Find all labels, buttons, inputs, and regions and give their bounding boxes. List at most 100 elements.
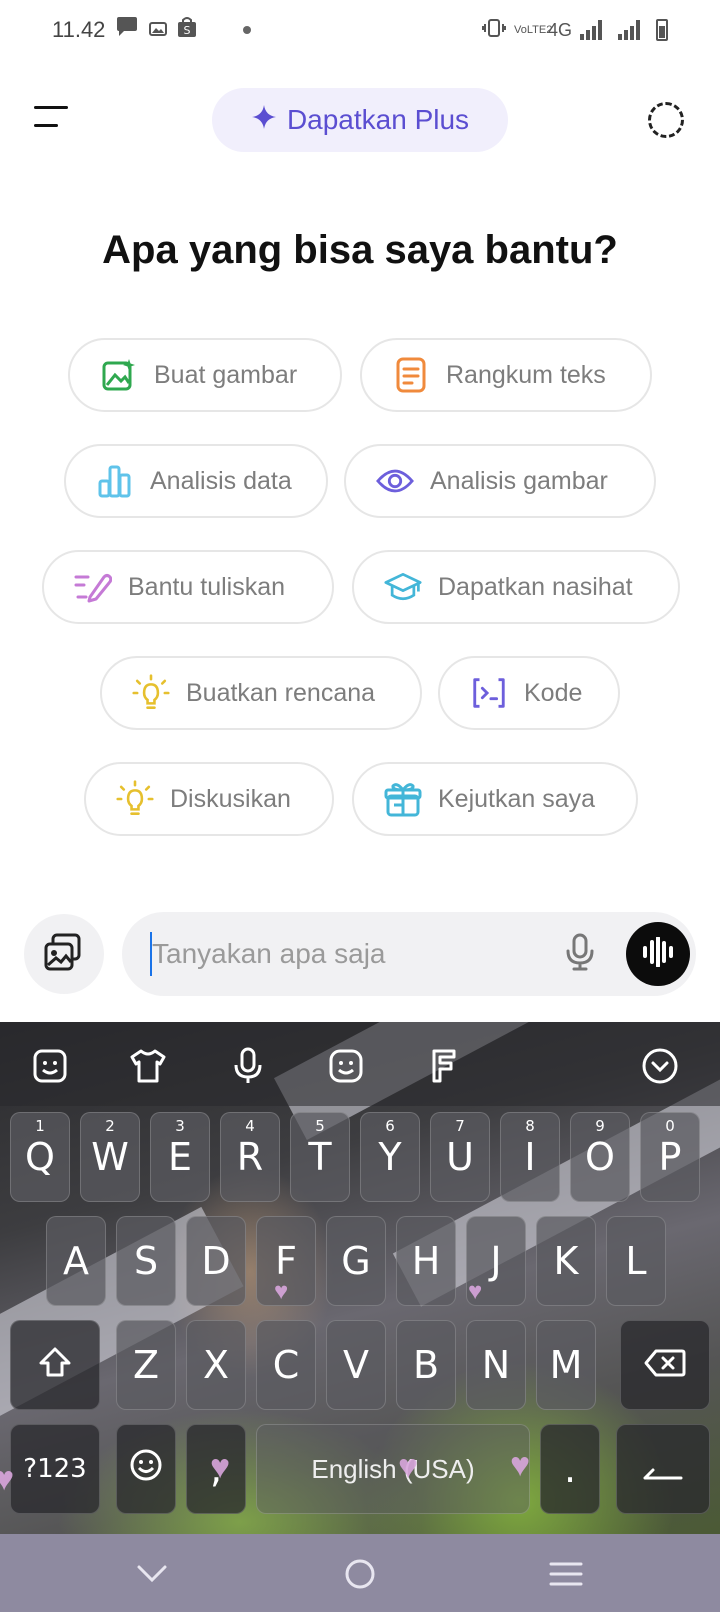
key-v[interactable]: V: [326, 1320, 386, 1410]
key-y[interactable]: 6Y: [360, 1112, 420, 1202]
key-n[interactable]: N: [466, 1320, 526, 1410]
collapse-keyboard-icon[interactable]: [640, 1046, 680, 1086]
key-label: B: [412, 1343, 440, 1387]
key-s[interactable]: S: [116, 1216, 176, 1306]
chip-label: Analisis gambar: [430, 466, 608, 495]
key-label: T: [308, 1135, 332, 1179]
key-i[interactable]: 8I: [500, 1112, 560, 1202]
key-q[interactable]: 1Q: [10, 1112, 70, 1202]
svg-text:S: S: [184, 24, 191, 37]
text-caret: [150, 932, 152, 976]
sticker-icon[interactable]: [30, 1046, 70, 1086]
graduation-cap-icon: [384, 568, 422, 606]
key-z[interactable]: Z: [116, 1320, 176, 1410]
chip-label: Bantu tuliskan: [128, 572, 286, 601]
message-input[interactable]: [152, 930, 532, 978]
key-d[interactable]: D: [186, 1216, 246, 1306]
key-o[interactable]: 9O: [570, 1112, 630, 1202]
eye-icon: [376, 462, 414, 500]
home-button[interactable]: [336, 1550, 384, 1598]
key-x[interactable]: X: [186, 1320, 246, 1410]
voice-mode-button[interactable]: [626, 922, 690, 986]
keyboard-microphone-icon[interactable]: [228, 1046, 268, 1086]
enter-key[interactable]: [616, 1424, 710, 1514]
chip-analisis-data[interactable]: Analisis data: [64, 444, 328, 518]
attach-image-button[interactable]: [24, 914, 104, 994]
space-key[interactable]: English (USA): [256, 1424, 530, 1514]
key-p[interactable]: 0P: [640, 1112, 700, 1202]
message-notification-icon: [115, 16, 139, 44]
key-a[interactable]: A: [46, 1216, 106, 1306]
lightbulb-icon: [132, 674, 170, 712]
shopee-notification-icon: S: [177, 16, 197, 44]
chip-buatkan-rencana[interactable]: Buatkan rencana: [100, 656, 422, 730]
key-u[interactable]: 7U: [430, 1112, 490, 1202]
key-label: W: [91, 1135, 129, 1179]
key-hint: 4: [245, 1117, 255, 1135]
enter-icon: [641, 1447, 685, 1491]
chip-analisis-gambar[interactable]: Analisis gambar: [344, 444, 656, 518]
key-hint: 9: [595, 1117, 605, 1135]
chip-buat-gambar[interactable]: Buat gambar: [68, 338, 342, 412]
recents-button[interactable]: [542, 1550, 590, 1598]
period-key[interactable]: .: [540, 1424, 600, 1514]
back-button[interactable]: [128, 1550, 176, 1598]
key-k[interactable]: K: [536, 1216, 596, 1306]
key-hint: 1: [35, 1117, 45, 1135]
get-plus-button[interactable]: Dapatkan Plus: [212, 88, 508, 152]
key-label: Q: [25, 1135, 55, 1179]
temporary-chat-icon[interactable]: [648, 102, 684, 138]
network-label: 4G: [547, 19, 572, 40]
dictate-button[interactable]: [558, 932, 602, 976]
key-c[interactable]: C: [256, 1320, 316, 1410]
emoji-face-icon[interactable]: [326, 1046, 366, 1086]
volte-label: VoLTE2: [513, 24, 553, 36]
chip-kode[interactable]: Kode: [438, 656, 620, 730]
navigation-bar: [0, 1534, 720, 1612]
heart-decoration: ♥: [210, 1448, 231, 1486]
backspace-icon: [644, 1343, 686, 1387]
key-m[interactable]: M: [536, 1320, 596, 1410]
chip-bantu-tuliskan[interactable]: Bantu tuliskan: [42, 550, 334, 624]
key-e[interactable]: 3E: [150, 1112, 210, 1202]
status-left: 11.42 S: [52, 16, 252, 44]
chip-rangkum-teks[interactable]: Rangkum teks: [360, 338, 652, 412]
key-t[interactable]: 5T: [290, 1112, 350, 1202]
symbols-key[interactable]: ?123: [10, 1424, 100, 1514]
message-composer: [122, 912, 696, 996]
status-bar: 11.42 S VoLTE2 4G: [0, 0, 720, 60]
chip-diskusikan[interactable]: Diskusikan: [84, 762, 334, 836]
key-label: G: [341, 1239, 371, 1283]
chip-label: Dapatkan nasihat: [438, 572, 633, 601]
chip-kejutkan-saya[interactable]: Kejutkan saya: [352, 762, 638, 836]
backspace-key[interactable]: [620, 1320, 710, 1410]
images-icon: [43, 932, 85, 977]
key-r[interactable]: 4R: [220, 1112, 280, 1202]
key-hint: 5: [315, 1117, 325, 1135]
emoji-key[interactable]: [116, 1424, 176, 1514]
shift-icon: [38, 1343, 72, 1387]
heart-decoration: ♥: [510, 1446, 531, 1484]
microphone-icon: [565, 933, 595, 976]
chip-label: Analisis data: [150, 466, 292, 495]
shift-key[interactable]: [10, 1320, 100, 1410]
key-h[interactable]: H: [396, 1216, 456, 1306]
chip-label: Buat gambar: [154, 360, 298, 389]
signal-2-icon: [618, 20, 640, 40]
key-l[interactable]: L: [606, 1216, 666, 1306]
theme-shirt-icon[interactable]: [128, 1046, 168, 1086]
key-hint: 6: [385, 1117, 395, 1135]
key-label: H: [411, 1239, 441, 1283]
menu-button[interactable]: [34, 106, 74, 132]
key-label: C: [272, 1343, 300, 1387]
gallery-notification-icon: [149, 17, 168, 43]
smiley-icon: [129, 1447, 163, 1491]
font-icon[interactable]: [424, 1046, 464, 1086]
key-w[interactable]: 2W: [80, 1112, 140, 1202]
bar-chart-icon: [96, 462, 134, 500]
key-b[interactable]: B: [396, 1320, 456, 1410]
signal-1-icon: [580, 20, 602, 40]
key-g[interactable]: G: [326, 1216, 386, 1306]
chip-dapatkan-nasihat[interactable]: Dapatkan nasihat: [352, 550, 680, 624]
heart-decoration: ♥: [398, 1448, 419, 1486]
